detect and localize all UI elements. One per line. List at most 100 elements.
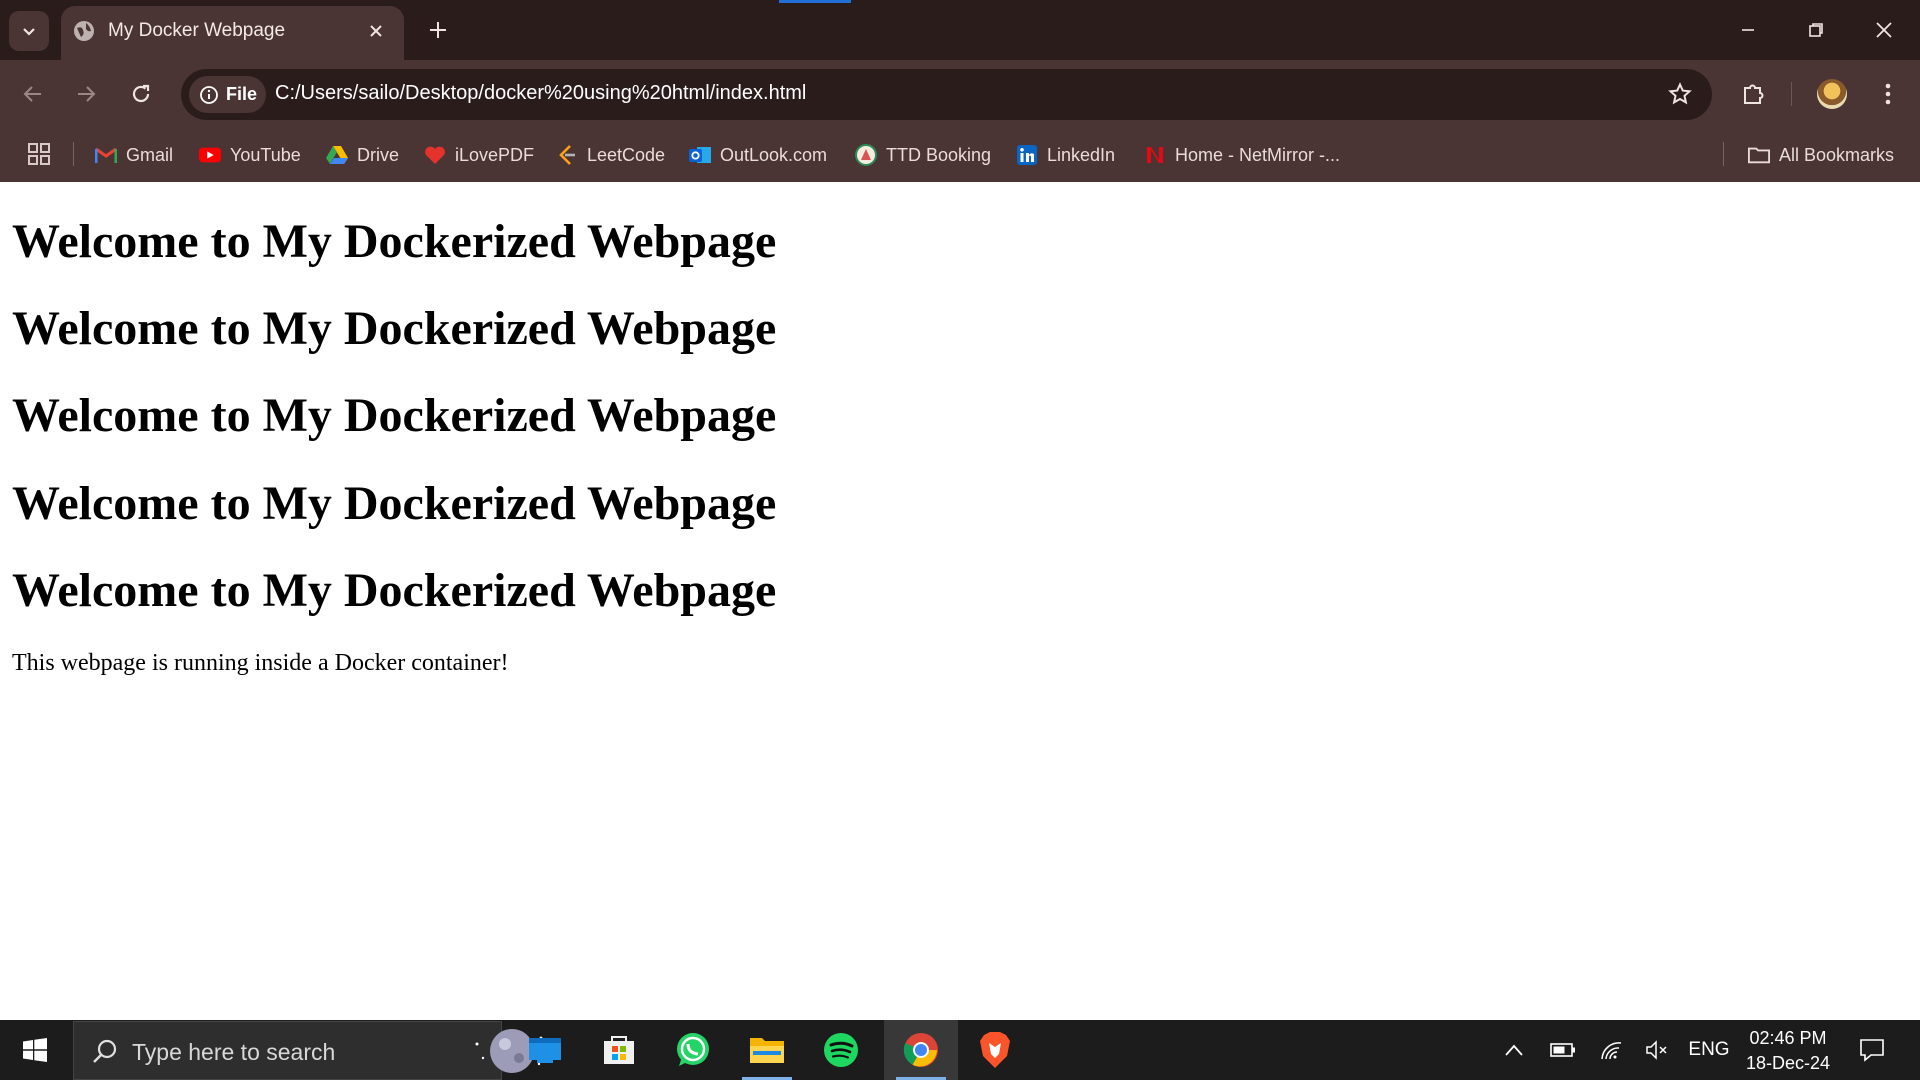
back-button[interactable] bbox=[13, 74, 53, 114]
star-icon bbox=[1668, 82, 1692, 105]
bookmarks-divider bbox=[73, 142, 74, 166]
chevron-down-icon bbox=[23, 28, 35, 36]
bookmark-star-button[interactable] bbox=[1666, 80, 1694, 108]
chrome-icon bbox=[903, 1033, 938, 1067]
taskbar-file-explorer[interactable] bbox=[730, 1020, 804, 1080]
page-heading: Welcome to My Dockerized Webpage bbox=[12, 302, 777, 355]
bookmark-label: Drive bbox=[357, 144, 400, 165]
taskbar-task-view[interactable] bbox=[508, 1020, 582, 1080]
menu-button[interactable] bbox=[1868, 74, 1908, 114]
netmirror-icon bbox=[1144, 144, 1166, 166]
bookmark-ttd-booking[interactable]: TTD Booking bbox=[855, 140, 991, 170]
puzzle-icon bbox=[1744, 84, 1764, 104]
page-heading: Welcome to My Dockerized Webpage bbox=[12, 389, 777, 442]
taskbar-brave[interactable] bbox=[958, 1020, 1032, 1080]
url-text[interactable]: C:/Users/sailo/Desktop/docker%20using%20… bbox=[275, 82, 806, 105]
address-bar[interactable]: File C:/Users/sailo/Desktop/docker%20usi… bbox=[181, 69, 1712, 120]
network-tray-button[interactable] bbox=[1594, 1020, 1628, 1080]
new-tab-button[interactable] bbox=[422, 14, 454, 46]
file-explorer-icon bbox=[750, 1038, 784, 1063]
leetcode-icon bbox=[556, 144, 578, 166]
outlook-icon bbox=[689, 144, 711, 166]
linkedin-icon bbox=[1016, 144, 1038, 166]
notifications-button[interactable] bbox=[1852, 1020, 1892, 1080]
bookmark-netmirror[interactable]: Home - NetMirror -... bbox=[1144, 140, 1340, 170]
notification-icon bbox=[1860, 1039, 1884, 1062]
minimize-button[interactable] bbox=[1714, 0, 1782, 60]
tab-close-button[interactable] bbox=[364, 19, 388, 43]
bookmark-leetcode[interactable]: LeetCode bbox=[556, 140, 665, 170]
tab-search-button[interactable] bbox=[9, 11, 49, 51]
drive-icon bbox=[326, 144, 348, 166]
taskbar-chrome[interactable] bbox=[884, 1020, 958, 1080]
taskbar-whatsapp[interactable] bbox=[656, 1020, 730, 1080]
bookmark-youtube[interactable]: YouTube bbox=[199, 140, 301, 170]
battery-tray-button[interactable] bbox=[1546, 1020, 1580, 1080]
kebab-menu-icon bbox=[1885, 83, 1891, 105]
page-paragraph: This webpage is running inside a Docker … bbox=[12, 650, 509, 676]
minimize-icon bbox=[1742, 29, 1754, 31]
bookmark-drive[interactable]: Drive bbox=[326, 140, 399, 170]
close-icon bbox=[1876, 22, 1892, 38]
search-icon bbox=[93, 1039, 117, 1063]
all-bookmarks-label: All Bookmarks bbox=[1779, 144, 1895, 165]
page-heading: Welcome to My Dockerized Webpage bbox=[12, 215, 777, 268]
bookmark-label: LinkedIn bbox=[1047, 144, 1116, 165]
clock-date: 18-Dec-24 bbox=[1745, 1053, 1831, 1073]
forward-button[interactable] bbox=[66, 74, 106, 114]
browser-toolbar: File C:/Users/sailo/Desktop/docker%20usi… bbox=[0, 60, 1920, 128]
close-window-button[interactable] bbox=[1850, 0, 1918, 60]
bookmark-label: TTD Booking bbox=[886, 144, 992, 165]
toolbar-divider bbox=[1791, 82, 1792, 106]
ttd-icon bbox=[855, 144, 877, 166]
tab-title: My Docker Webpage bbox=[108, 20, 286, 41]
bookmark-linkedin[interactable]: LinkedIn bbox=[1016, 140, 1115, 170]
arrow-left-icon bbox=[23, 86, 41, 102]
tab-active[interactable]: My Docker Webpage bbox=[61, 6, 404, 60]
battery-icon bbox=[1550, 1043, 1575, 1057]
volume-muted-icon bbox=[1646, 1040, 1667, 1060]
apps-grid-icon[interactable] bbox=[26, 141, 52, 167]
taskbar-microsoft-store[interactable] bbox=[582, 1020, 656, 1080]
restore-button[interactable] bbox=[1782, 0, 1850, 60]
all-bookmarks-button[interactable]: All Bookmarks bbox=[1748, 140, 1894, 170]
bookmark-gmail[interactable]: Gmail bbox=[95, 140, 173, 170]
taskbar-spotify[interactable] bbox=[804, 1020, 878, 1080]
start-button[interactable] bbox=[0, 1020, 70, 1080]
bookmark-label: LeetCode bbox=[587, 144, 666, 165]
reload-icon bbox=[132, 84, 150, 103]
plus-icon bbox=[430, 22, 446, 38]
language-indicator[interactable]: ENG bbox=[1686, 1020, 1732, 1080]
gmail-icon bbox=[95, 144, 117, 166]
bookmark-outlook[interactable]: OutLook.com bbox=[689, 140, 827, 170]
whatsapp-icon bbox=[677, 1033, 709, 1066]
bookmark-label: Home - NetMirror -... bbox=[1175, 144, 1341, 165]
volume-tray-button[interactable] bbox=[1640, 1020, 1674, 1080]
tab-accent-bar bbox=[779, 0, 851, 3]
bookmark-ilovepdf[interactable]: iLovePDF bbox=[424, 140, 534, 170]
site-info-chip[interactable]: File bbox=[189, 76, 266, 113]
windows-logo-icon bbox=[23, 1038, 47, 1062]
extensions-button[interactable] bbox=[1734, 74, 1774, 114]
profile-avatar[interactable] bbox=[1817, 79, 1847, 109]
bookmarks-divider bbox=[1723, 142, 1724, 166]
page-heading: Welcome to My Dockerized Webpage bbox=[12, 564, 777, 617]
brave-icon bbox=[980, 1032, 1010, 1068]
taskbar-search-box[interactable]: Type here to search bbox=[73, 1021, 543, 1080]
clock-time: 02:46 PM bbox=[1749, 1028, 1827, 1048]
task-view-icon bbox=[529, 1038, 561, 1063]
reload-button[interactable] bbox=[121, 74, 161, 114]
system-clock[interactable]: 02:46 PM 18-Dec-24 bbox=[1738, 1026, 1838, 1076]
bookmark-label: Gmail bbox=[126, 144, 174, 165]
info-icon bbox=[200, 85, 218, 104]
bookmarks-bar: Gmail YouTube Drive iLovePDF LeetCode Ou… bbox=[0, 128, 1920, 182]
spotify-icon bbox=[824, 1033, 858, 1067]
page-heading: Welcome to My Dockerized Webpage bbox=[12, 477, 777, 530]
search-placeholder: Type here to search bbox=[132, 1039, 336, 1065]
microsoft-store-icon bbox=[604, 1036, 634, 1064]
tab-strip: My Docker Webpage bbox=[0, 0, 1920, 60]
close-icon bbox=[370, 25, 382, 37]
bookmark-label: OutLook.com bbox=[720, 144, 828, 165]
tray-overflow-button[interactable] bbox=[1498, 1020, 1530, 1080]
folder-icon bbox=[1748, 144, 1770, 166]
